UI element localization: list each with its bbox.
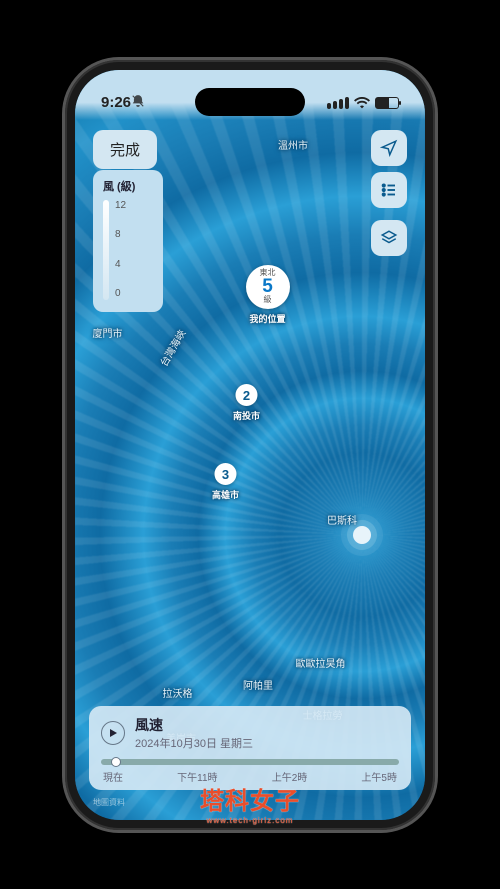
- legend-bar: [103, 200, 109, 300]
- marker-value: 5: [262, 277, 273, 296]
- map-label: 巴斯科: [327, 512, 357, 527]
- status-time: 9:26: [101, 94, 131, 111]
- map-label: 阿帕里: [243, 677, 273, 692]
- notch: [195, 88, 305, 116]
- layers-icon: [380, 229, 398, 247]
- timeline-slider[interactable]: [101, 759, 399, 765]
- play-icon: [108, 728, 118, 738]
- timeline-panel: 風速 2024年10月30日 星期三 現在 下午11時 上午2時 上午5時: [89, 706, 411, 790]
- timeline-thumb[interactable]: [111, 757, 121, 767]
- wind-legend: 風 (級) 12 8 4 0: [93, 170, 163, 312]
- watermark: 塔科女子 www.tech-girlz.com: [200, 781, 300, 825]
- timeline-date: 2024年10月30日 星期三: [135, 735, 253, 751]
- done-button[interactable]: 完成: [93, 130, 157, 169]
- legend-title: 風 (級): [103, 178, 153, 194]
- wifi-icon: [354, 97, 370, 109]
- timeline-tick: 現在: [103, 769, 123, 784]
- marker-value: 3: [214, 463, 236, 485]
- map-label: 溫州市: [278, 137, 308, 152]
- map-label: 歐歐拉昊角: [296, 655, 346, 670]
- phone-frame: 9:26 完成 風 (級): [65, 60, 435, 830]
- play-button[interactable]: [101, 721, 125, 745]
- marker-value: 2: [235, 384, 257, 406]
- legend-ticks: 12 8 4 0: [115, 200, 126, 300]
- marker-city-label: 我的位置: [249, 312, 285, 325]
- wind-marker[interactable]: 2 南投市: [233, 384, 260, 422]
- legend-tick: 8: [115, 229, 126, 240]
- timeline-title: 風速: [135, 715, 253, 735]
- battery-icon: [375, 97, 399, 109]
- signal-icon: [327, 97, 349, 109]
- legend-tick: 0: [115, 288, 126, 299]
- marker-badge: 東北5級: [246, 265, 290, 309]
- marker-city-label: 南投市: [233, 409, 260, 422]
- screen: 9:26 完成 風 (級): [75, 70, 425, 820]
- legend-tick: 4: [115, 259, 126, 270]
- layers-button[interactable]: [371, 220, 407, 256]
- marker-unit: 級: [264, 296, 272, 304]
- wind-marker[interactable]: 3 高雄市: [212, 463, 239, 501]
- wind-marker[interactable]: 東北5級我的位置: [246, 265, 290, 325]
- timeline-tick: 上午5時: [361, 769, 397, 784]
- watermark-url: www.tech-girlz.com: [200, 816, 300, 825]
- location-arrow-icon: [380, 139, 398, 157]
- status-right: [327, 97, 399, 109]
- map-attribution: 地圖資料: [93, 797, 125, 808]
- list-icon: [380, 181, 398, 199]
- locate-button[interactable]: [371, 130, 407, 166]
- map-label: 拉沃格: [163, 685, 193, 700]
- list-button[interactable]: [371, 172, 407, 208]
- watermark-text: 塔科女子: [200, 781, 300, 816]
- map-label: 廈門市: [93, 325, 123, 340]
- legend-tick: 12: [115, 200, 126, 211]
- marker-city-label: 高雄市: [212, 488, 239, 501]
- dnd-icon: [131, 94, 145, 111]
- typhoon-eye-icon: [353, 526, 371, 544]
